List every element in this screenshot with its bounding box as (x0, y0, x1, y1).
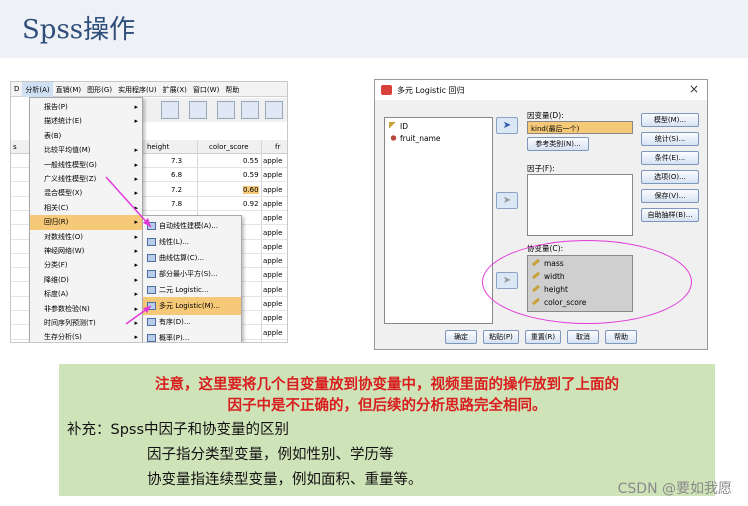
watermark: CSDN @要如我愿 (617, 481, 732, 497)
ok-button[interactable]: 确定 (445, 330, 477, 344)
factor-label: 因子(F): (527, 164, 555, 173)
dependent-field[interactable]: kind(最后一个) (527, 121, 633, 134)
note-warning-line-2: 因子中是不正确的，但后续的分析思路完全相同。 (227, 398, 547, 414)
variable-list[interactable]: ID fruit_name (384, 117, 493, 324)
note-supplement: 补充：Spss中因子和协变量的区别 (67, 422, 290, 438)
move-to-dependent-button[interactable]: ➤ (496, 117, 518, 134)
move-to-factor-button[interactable]: ➤ (496, 192, 518, 209)
note-covariate-definition: 协变量指连续型变量，例如面积、重量等。 (147, 472, 423, 488)
model-button[interactable]: 模型(M)... (641, 113, 699, 127)
variable-name: ID (400, 122, 408, 131)
slide-title: Spss操作 (22, 15, 136, 45)
annotation-arrows (105, 176, 152, 325)
criteria-button[interactable]: 条件(E)... (641, 151, 699, 165)
bootstrap-button[interactable]: 自助抽样(B)... (641, 208, 699, 222)
factor-list[interactable] (527, 174, 633, 236)
reset-button[interactable]: 重置(R) (525, 330, 561, 344)
spss-app-icon (381, 85, 392, 95)
note-warning-line-1: 注意，这里要将几个自变量放到协变量中，视频里面的操作放到了上面的 (155, 377, 619, 393)
nominal-variable-icon (389, 134, 398, 142)
paste-button[interactable]: 粘贴(P) (483, 330, 519, 344)
variable-name: fruit_name (400, 134, 441, 143)
arrowhead (143, 306, 151, 313)
options-button[interactable]: 选项(O)... (641, 170, 699, 184)
dialog-title: 多元 Logistic 回归 (397, 86, 465, 95)
dialog-titlebar: 多元 Logistic 回归 × (375, 80, 707, 100)
arrow-line (105, 176, 152, 228)
scale-variable-icon (389, 122, 398, 130)
note-factor-definition: 因子指分类型变量，例如性别、学历等 (147, 447, 394, 463)
save-button[interactable]: 保存(V)... (641, 189, 699, 203)
list-item[interactable]: ID (389, 122, 408, 131)
dependent-label: 因变量(D): (527, 111, 564, 120)
reference-category-button[interactable]: 参考类别(N)... (527, 137, 589, 151)
covariate-annotation-ellipse (482, 240, 692, 324)
cancel-button[interactable]: 取消 (567, 330, 599, 344)
list-item[interactable]: fruit_name (389, 134, 441, 143)
note-box: 注意，这里要将几个自变量放到协变量中，视频里面的操作放到了上面的 因子中是不正确… (59, 364, 715, 496)
close-icon[interactable]: × (689, 82, 699, 96)
help-button[interactable]: 帮助 (605, 330, 637, 344)
spss-data-editor-screenshot: D 分析(A) 直销(M) 图形(G) 实用程序(U) 扩展(X) 窗口(W) … (10, 81, 288, 343)
slide-title-bar: Spss操作 (0, 0, 748, 58)
statistics-button[interactable]: 统计(S)... (641, 132, 699, 146)
